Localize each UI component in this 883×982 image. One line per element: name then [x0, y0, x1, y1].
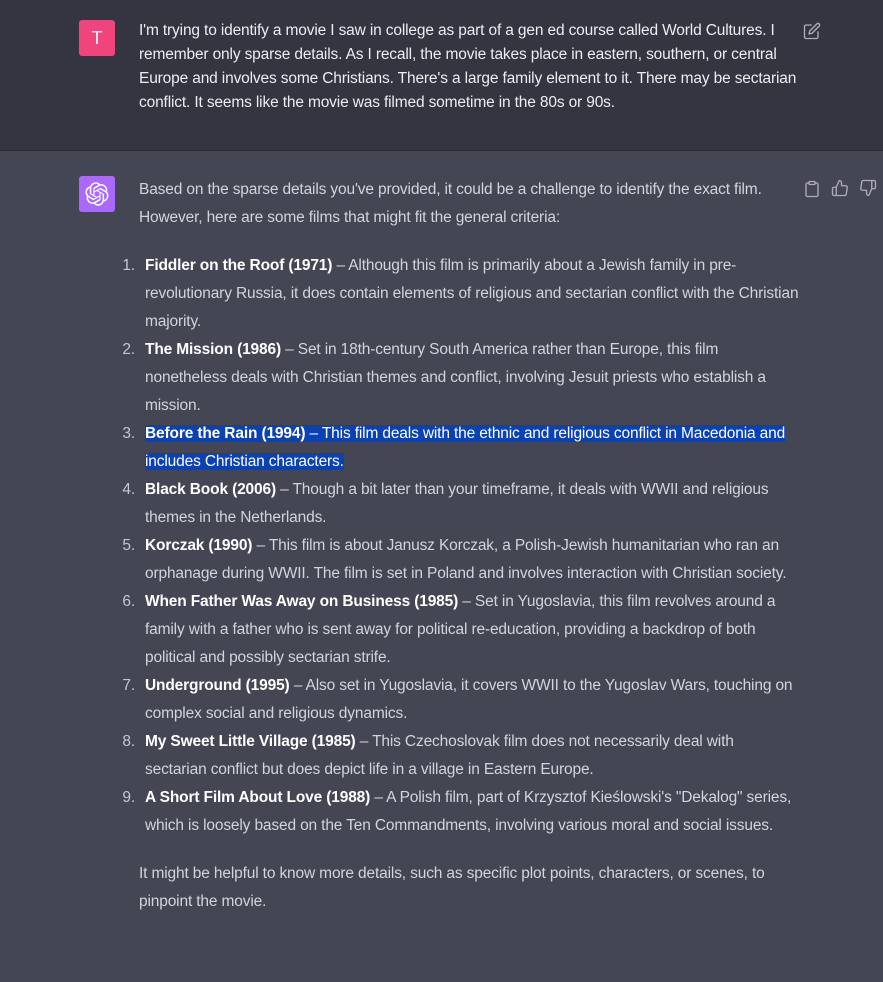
film-title: A Short Film About Love (1988)	[145, 789, 371, 806]
film-list-item: 1. Fiddler on the Roof (1971) – Although …	[122, 252, 799, 336]
assistant-outro: It might be helpful to know more details…	[139, 865, 765, 910]
openai-logo-icon	[79, 176, 115, 212]
user-message-text: I'm trying to identify a movie I saw in …	[139, 22, 797, 111]
film-text: The Mission (1986) – Set in 18th-century…	[145, 341, 766, 414]
user-avatar: T	[79, 20, 115, 56]
film-text: My Sweet Little Village (1985) – This Cz…	[145, 733, 734, 778]
thumbs-up-icon[interactable]	[831, 179, 849, 197]
film-number: 6.	[122, 593, 135, 610]
film-title: The Mission (1986)	[145, 341, 281, 358]
edit-icon[interactable]	[803, 22, 821, 40]
film-list-item: 8. My Sweet Little Village (1985) – This …	[122, 728, 799, 784]
film-list-item: 6. When Father Was Away on Business (1985…	[122, 588, 799, 672]
film-title: My Sweet Little Village (1985)	[145, 733, 356, 750]
user-message-row: T I'm trying to identify a movie I saw i…	[0, 0, 883, 151]
copy-icon[interactable]	[803, 180, 821, 198]
film-list-item: 5. Korczak (1990) – This film is about Ja…	[122, 532, 799, 588]
film-number: 5.	[122, 537, 135, 554]
film-list-item: 3. Before the Rain (1994) – This film dea…	[122, 420, 799, 476]
film-number: 7.	[122, 677, 135, 694]
user-avatar-letter: T	[91, 27, 103, 48]
film-text: Black Book (2006) – Though a bit later t…	[145, 481, 769, 526]
assistant-message-content: Based on the sparse details you've provi…	[122, 176, 799, 916]
film-title: Fiddler on the Roof (1971)	[145, 257, 333, 274]
film-list-item: 4. Black Book (2006) – Though a bit later…	[122, 476, 799, 532]
film-number: 9.	[122, 789, 135, 806]
film-text: Korczak (1990) – This film is about Janu…	[145, 537, 787, 582]
film-text: A Short Film About Love (1988) – A Polis…	[145, 789, 791, 834]
film-title: When Father Was Away on Business (1985)	[145, 593, 459, 610]
film-title: Black Book (2006)	[145, 481, 276, 498]
film-list-item: 2. The Mission (1986) – Set in 18th-centu…	[122, 336, 799, 420]
film-number: 3.	[122, 425, 135, 442]
film-text: Underground (1995) – Also set in Yugosla…	[145, 677, 793, 722]
thumbs-down-icon[interactable]	[859, 179, 877, 197]
film-title: Korczak (1990)	[145, 537, 253, 554]
film-text: Fiddler on the Roof (1971) – Although th…	[145, 257, 799, 330]
film-number: 1.	[122, 257, 135, 274]
assistant-intro: Based on the sparse details you've provi…	[139, 181, 762, 226]
film-number: 2.	[122, 341, 135, 358]
film-list-item: 7. Underground (1995) – Also set in Yugos…	[122, 672, 799, 728]
film-text: When Father Was Away on Business (1985) …	[145, 593, 775, 666]
film-title: Underground (1995)	[145, 677, 290, 694]
film-list-item: 9. A Short Film About Love (1988) – A Pol…	[122, 784, 799, 840]
film-number: 4.	[122, 481, 135, 498]
film-list: 1. Fiddler on the Roof (1971) – Although …	[122, 252, 799, 840]
selected-text: Before the Rain (1994) – This film deals…	[145, 425, 785, 470]
film-number: 8.	[122, 733, 135, 750]
film-title: Before the Rain (1994)	[145, 425, 306, 442]
